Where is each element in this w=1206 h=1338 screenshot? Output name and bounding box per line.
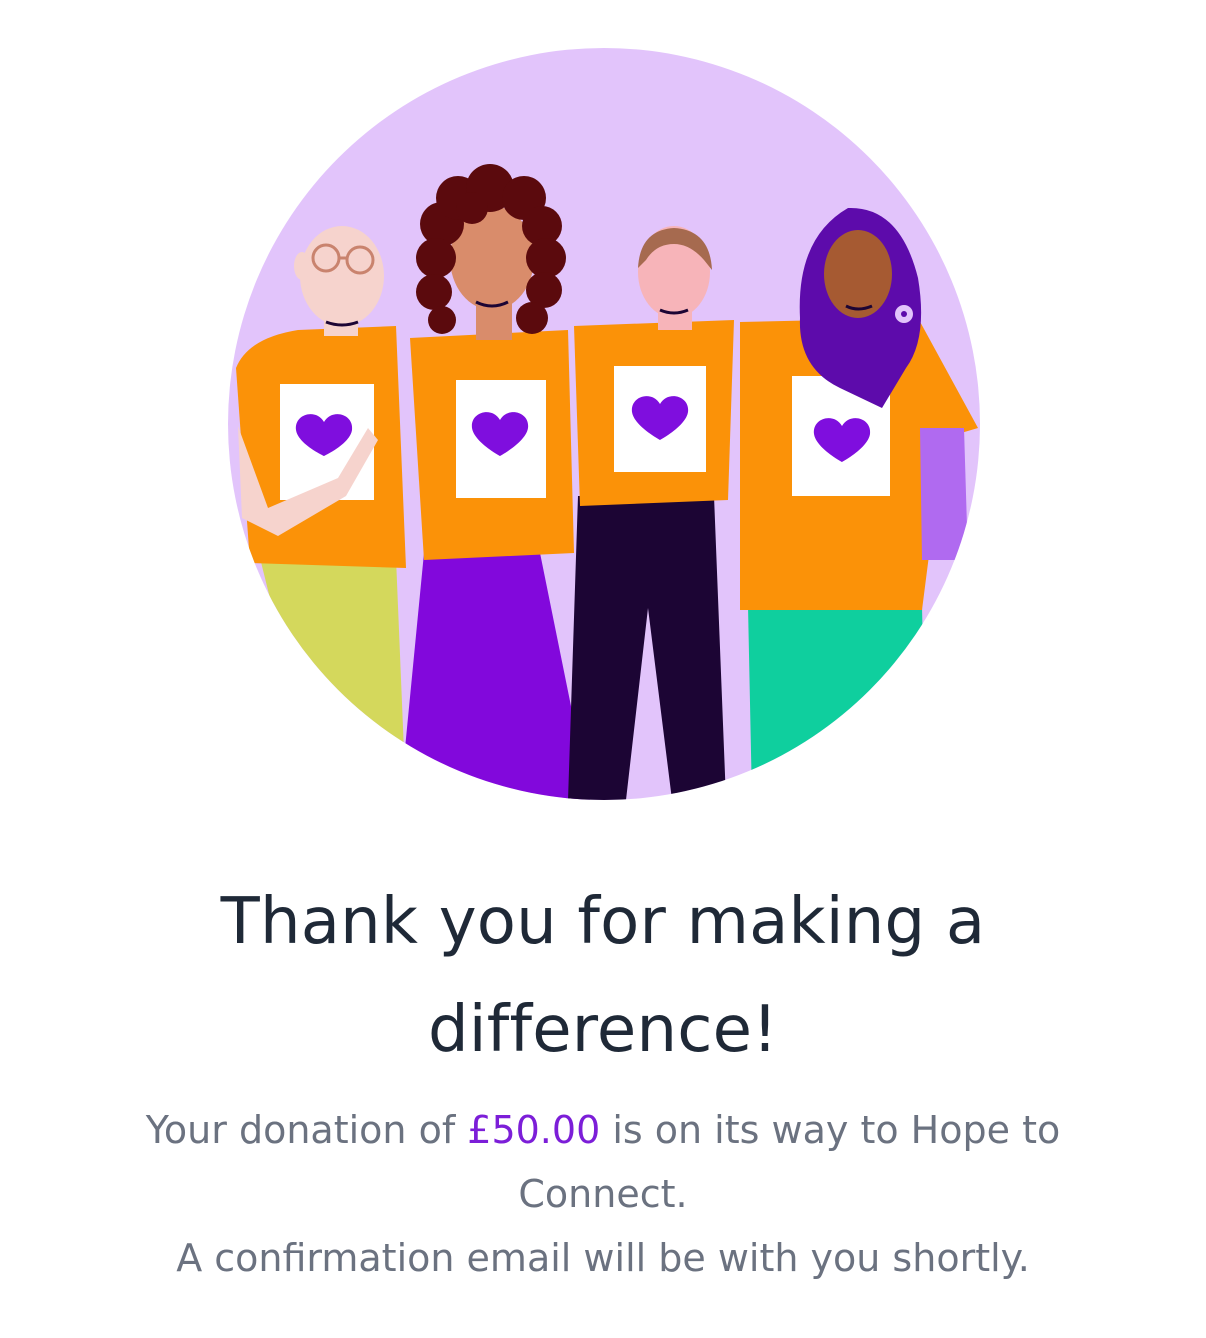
confirmation-email-note: A confirmation email will be with you sh…	[176, 1236, 1030, 1280]
donation-amount: £50.00	[467, 1108, 601, 1152]
person-curly-hair-woman	[400, 164, 590, 800]
volunteers-illustration	[228, 48, 980, 800]
donation-message: Your donation of £50.00 is on its way to…	[80, 1098, 1126, 1290]
message-suffix: is on its way to Hope to Connect.	[518, 1108, 1061, 1216]
message-prefix: Your donation of	[145, 1108, 468, 1152]
thank-you-heading: Thank you for making a difference!	[220, 885, 986, 1067]
donation-confirmation-page: Thank you for making a difference! Your …	[0, 0, 1206, 1338]
